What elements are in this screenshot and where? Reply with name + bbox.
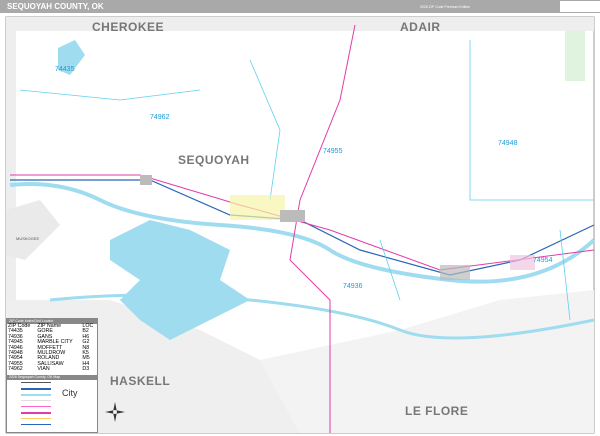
zip-label: 74955	[323, 148, 343, 155]
name: VIAN	[37, 366, 50, 373]
zip-label: 74936	[343, 283, 363, 290]
zip-label: 74954	[533, 257, 553, 264]
county-label-le-flore: LE FLORE	[405, 404, 469, 418]
zip-label: 74948	[498, 140, 518, 147]
map-title: SEQUOYAH COUNTY, OK	[7, 2, 104, 11]
legend-box: ZIP Code Index/Grid Locator ZIP Code ZIP …	[6, 318, 98, 433]
market-maps-logo	[560, 1, 600, 12]
zip: 74962	[8, 366, 23, 373]
county-label-sequoyah: SEQUOYAH	[178, 153, 250, 167]
header-bar: SEQUOYAH COUNTY, OK 2026 ZIP Code Premiu…	[0, 0, 600, 13]
zip-label: 74435	[55, 66, 75, 73]
county-label-haskell: HASKELL	[110, 374, 171, 388]
table-row: 74962 VIAN D3	[7, 366, 97, 373]
zip-index-table: ZIP Code ZIP Name LOC 74435 GORE B2 74936 GAN…	[7, 323, 97, 373]
zip-label: 74962	[150, 114, 170, 121]
county-label-cherokee: CHEROKEE	[92, 20, 165, 34]
loc: D3	[82, 366, 90, 373]
county-label-adair: ADAIR	[400, 20, 441, 34]
county-label-muskogee: MUSKOGEE	[16, 236, 40, 241]
city-key-label: City	[62, 387, 78, 398]
edition-label: 2026 ZIP Code Premium Edition	[420, 5, 471, 9]
park-area	[565, 31, 585, 81]
